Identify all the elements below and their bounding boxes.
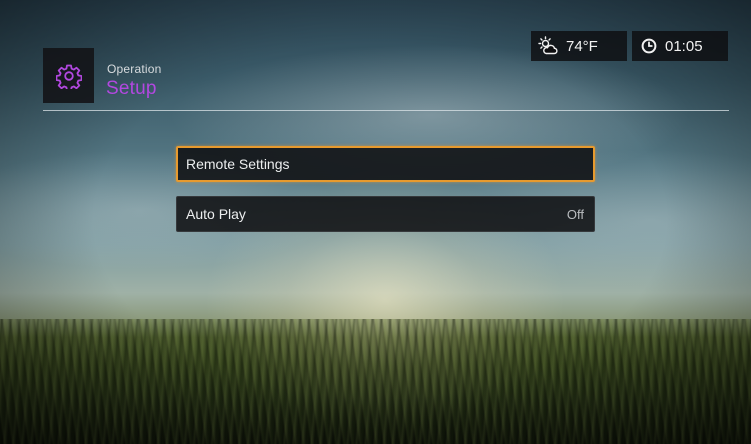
header-divider xyxy=(43,110,729,111)
page-title: Setup xyxy=(106,78,157,99)
menu-item-value: Off xyxy=(566,206,584,222)
partly-cloudy-icon xyxy=(538,36,558,56)
menu-item-auto-play[interactable]: Auto Play Off xyxy=(176,196,595,232)
weather-widget: 74°F xyxy=(531,31,627,61)
setup-screen: Operation Setup 74°F 01:05 Remote Settin… xyxy=(0,0,751,444)
setup-app-tile xyxy=(43,48,94,103)
menu-item-label: Remote Settings xyxy=(186,156,290,172)
gear-icon xyxy=(55,63,82,89)
menu-item-remote-settings[interactable]: Remote Settings xyxy=(176,146,595,182)
clock-widget: 01:05 xyxy=(632,31,728,61)
menu-item-label: Auto Play xyxy=(186,206,246,222)
temperature-value: 74°F xyxy=(566,37,598,55)
clock-time: 01:05 xyxy=(665,37,703,55)
breadcrumb-parent: Operation xyxy=(107,62,162,76)
background-grass xyxy=(0,319,751,444)
clock-icon xyxy=(641,38,657,54)
